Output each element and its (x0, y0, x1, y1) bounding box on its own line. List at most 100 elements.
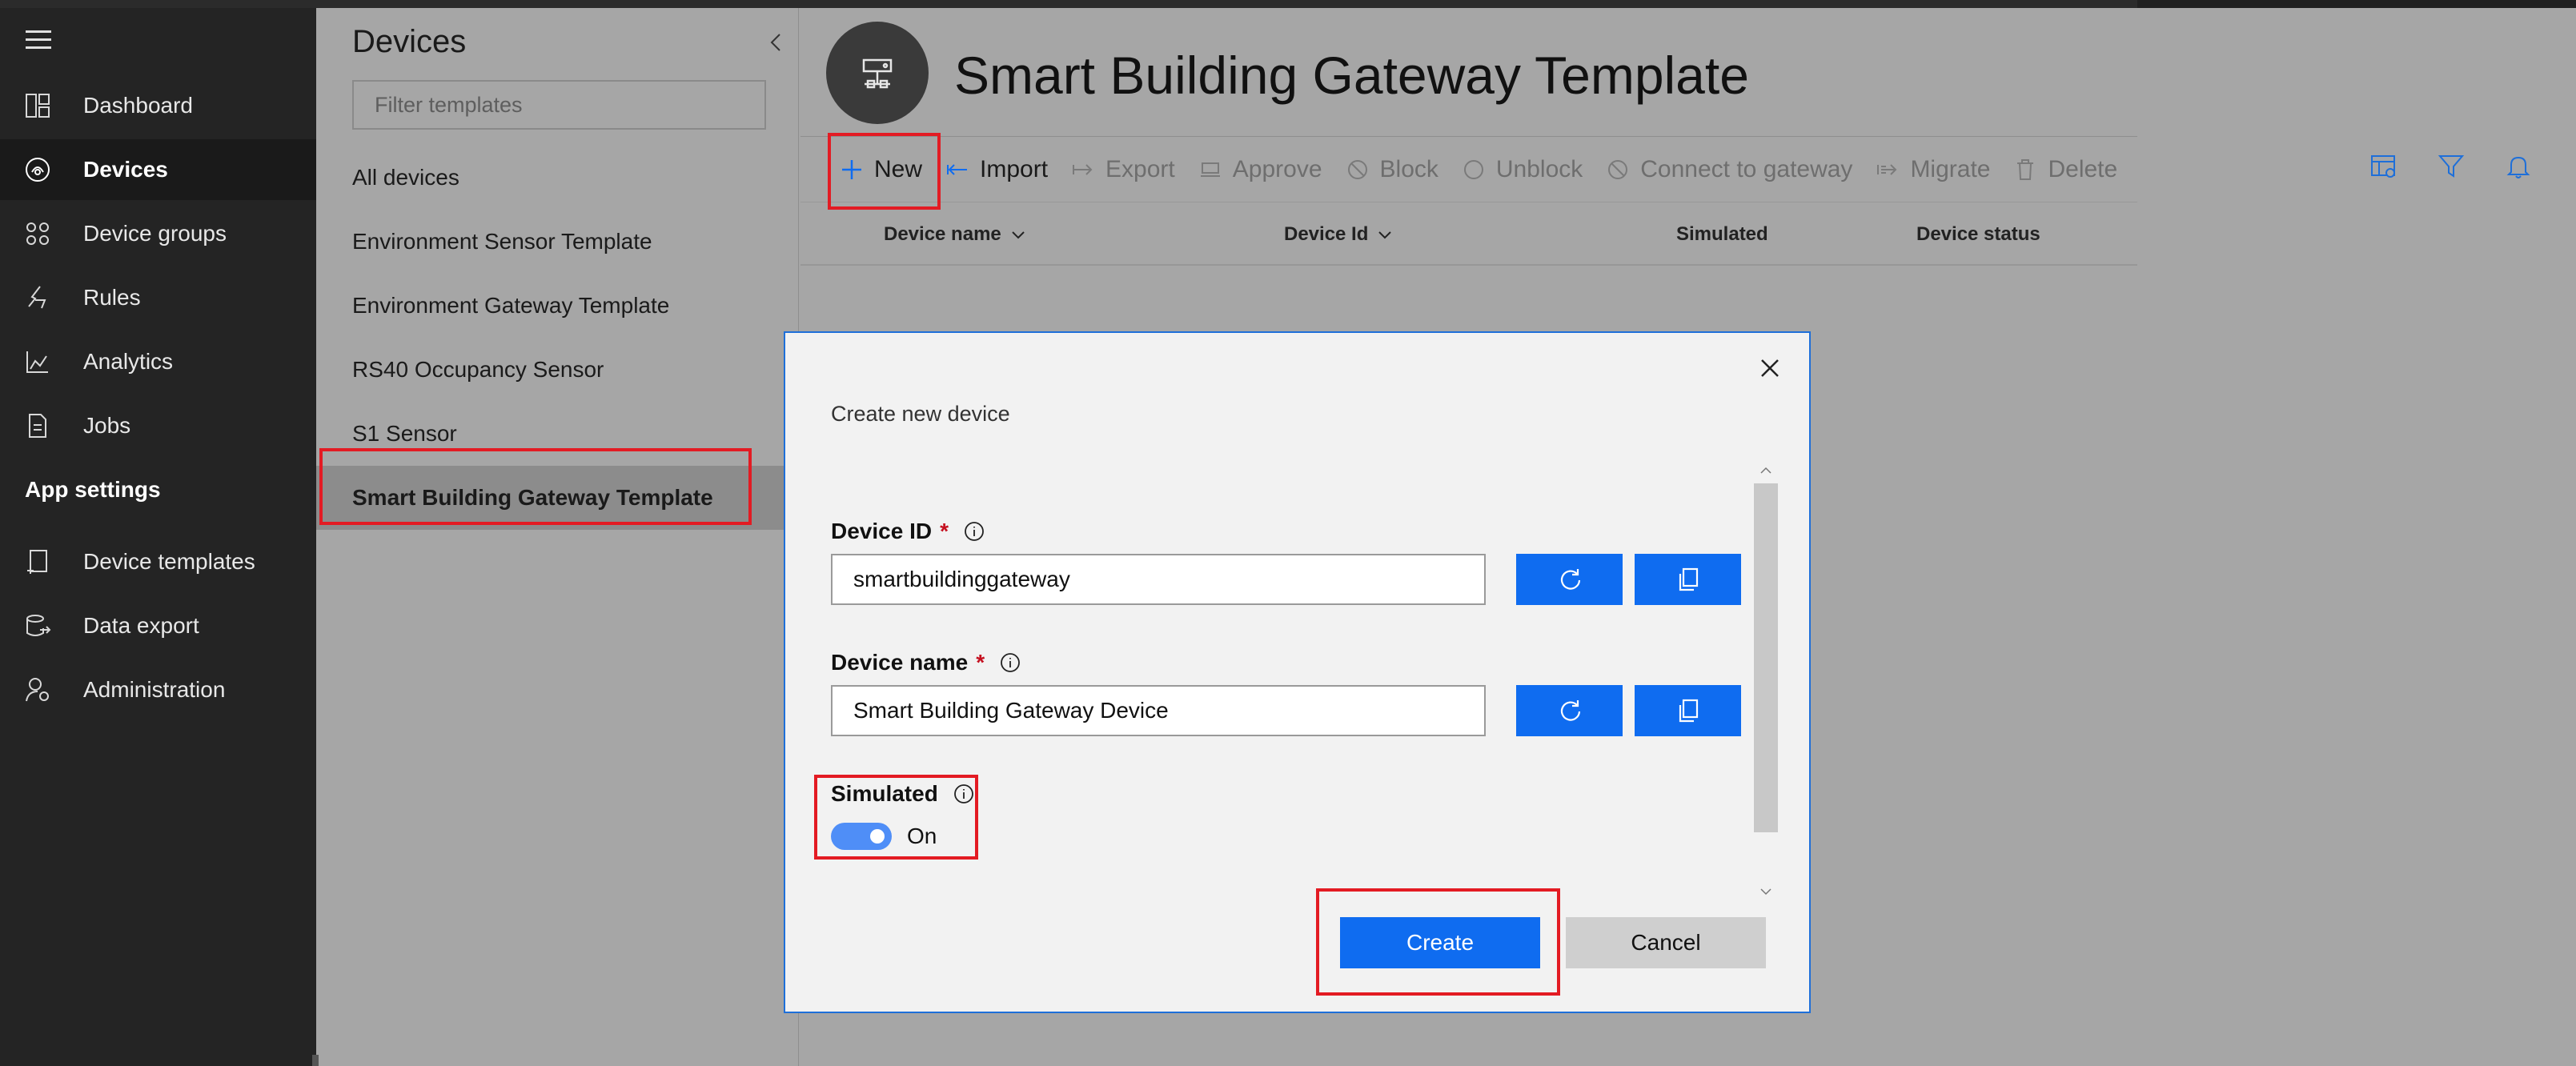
bottom-edge-strip (312, 1055, 319, 1066)
approve-icon (1200, 162, 1220, 177)
export-button[interactable]: Export (1070, 156, 1175, 183)
filter-templates-input[interactable] (352, 80, 766, 130)
column-device-id[interactable]: Device Id (1284, 202, 1394, 266)
nav-item-label: Analytics (83, 349, 174, 374)
export-label: Export (1105, 155, 1175, 182)
device-id-input[interactable] (831, 554, 1486, 605)
nav-item-data-export[interactable]: Data export (0, 595, 316, 656)
templates-panel-title: Devices (352, 24, 467, 59)
nav-item-administration[interactable]: Administration (0, 659, 316, 720)
top-strip-right (2137, 0, 2576, 8)
chevron-down-icon (1012, 231, 1025, 239)
nav-item-label: Rules (83, 285, 141, 310)
connect-to-gateway-label: Connect to gateway (1640, 155, 1853, 182)
scroll-down-icon[interactable] (1758, 884, 1774, 900)
device-groups-icon (24, 220, 51, 247)
device-templates-icon (24, 548, 51, 575)
notification-bell-icon[interactable] (2504, 152, 2533, 181)
scroll-up-icon[interactable] (1758, 463, 1774, 479)
hamburger-menu-icon[interactable] (26, 30, 51, 50)
column-label: Device Id (1284, 223, 1369, 245)
device-table-header: Device name Device Id Simulated Device s… (800, 202, 2137, 266)
connect-to-gateway-button[interactable]: Connect to gateway (1605, 156, 1852, 183)
device-id-label: Device ID * (831, 519, 985, 544)
devices-icon (24, 156, 51, 183)
delete-button[interactable]: Delete (2012, 156, 2117, 183)
nav-item-rules[interactable]: Rules (0, 267, 316, 328)
nav-item-label: Administration (83, 677, 226, 702)
chevron-down-icon (1378, 231, 1392, 239)
refresh-icon (1560, 700, 1580, 721)
regenerate-device-name-button[interactable] (1516, 685, 1623, 736)
unblock-button[interactable]: Unblock (1461, 156, 1583, 183)
unblock-icon (1463, 159, 1483, 179)
connect-icon (1608, 159, 1628, 179)
copy-icon (1679, 699, 1698, 723)
column-label: Device status (1916, 223, 2040, 245)
copy-device-id-button[interactable] (1635, 554, 1741, 605)
cancel-button[interactable]: Cancel (1566, 917, 1766, 968)
toolbar-right-actions (2369, 152, 2533, 181)
template-item[interactable]: RS40 Occupancy Sensor (316, 338, 796, 402)
dialog-scrollbar[interactable] (1754, 459, 1778, 904)
close-icon[interactable] (1754, 352, 1786, 384)
administration-icon (24, 676, 51, 703)
template-item-selected[interactable]: Smart Building Gateway Template (316, 466, 796, 530)
device-name-label: Device name * (831, 650, 1021, 675)
column-device-name[interactable]: Device name (884, 202, 1027, 266)
simulated-toggle[interactable] (831, 823, 892, 850)
migrate-icon (1877, 163, 1897, 175)
nav-item-jobs[interactable]: Jobs (0, 395, 316, 456)
nav-item-device-groups[interactable]: Device groups (0, 203, 316, 264)
nav-item-analytics[interactable]: Analytics (0, 331, 316, 392)
import-button[interactable]: Import (945, 156, 1048, 183)
dialog-title: Create new device (831, 402, 1010, 426)
nav-item-label: Devices (83, 157, 168, 182)
scrollbar-thumb[interactable] (1754, 483, 1778, 832)
migrate-button[interactable]: Migrate (1875, 156, 1990, 183)
column-simulated[interactable]: Simulated (1676, 202, 1768, 266)
column-device-status[interactable]: Device status (1916, 202, 2040, 266)
block-button[interactable]: Block (1345, 156, 1438, 183)
new-label: New (874, 155, 923, 182)
nav-item-label: Data export (83, 613, 199, 638)
rules-icon (24, 284, 51, 311)
unblock-label: Unblock (1495, 155, 1583, 182)
simulated-label-text: Simulated (831, 781, 938, 806)
create-button[interactable]: Create (1340, 917, 1540, 968)
template-avatar (826, 22, 929, 124)
dashboard-icon (24, 92, 51, 119)
copy-device-name-button[interactable] (1635, 685, 1741, 736)
template-item[interactable]: Environment Gateway Template (316, 274, 796, 338)
regenerate-device-id-button[interactable] (1516, 554, 1623, 605)
left-navigation: Dashboard Devices Device groups Rules An… (0, 8, 316, 1066)
export-icon (1073, 163, 1093, 175)
device-name-label-text: Device name (831, 650, 969, 675)
create-device-dialog: Create new device Device ID * Device nam… (784, 331, 1811, 1013)
template-item[interactable]: S1 Sensor (316, 402, 796, 466)
nav-item-devices[interactable]: Devices (0, 139, 316, 200)
plus-icon (842, 159, 861, 179)
refresh-icon (1560, 569, 1580, 590)
device-name-input[interactable] (831, 685, 1486, 736)
info-icon[interactable] (953, 783, 975, 805)
collapse-chevron-icon[interactable] (764, 30, 788, 54)
templates-panel: Devices All devices Environment Sensor T… (316, 8, 799, 1066)
simulated-label: Simulated (831, 781, 975, 807)
template-item[interactable]: All devices (316, 146, 796, 210)
required-marker: * (976, 650, 985, 675)
info-icon[interactable] (999, 651, 1021, 674)
info-icon[interactable] (963, 520, 985, 543)
approve-button[interactable]: Approve (1198, 156, 1322, 183)
column-options-icon[interactable] (2369, 152, 2398, 181)
top-strip (0, 0, 2576, 8)
nav-item-device-templates[interactable]: Device templates (0, 531, 316, 592)
page-header: Smart Building Gateway Template (800, 8, 2137, 136)
template-item[interactable]: Environment Sensor Template (316, 210, 796, 274)
new-button[interactable]: New (839, 156, 922, 183)
filter-icon[interactable] (2437, 152, 2466, 181)
gateway-icon (862, 58, 893, 89)
nav-item-label: Device groups (83, 221, 227, 246)
migrate-label: Migrate (1910, 155, 1991, 182)
nav-item-dashboard[interactable]: Dashboard (0, 75, 316, 136)
